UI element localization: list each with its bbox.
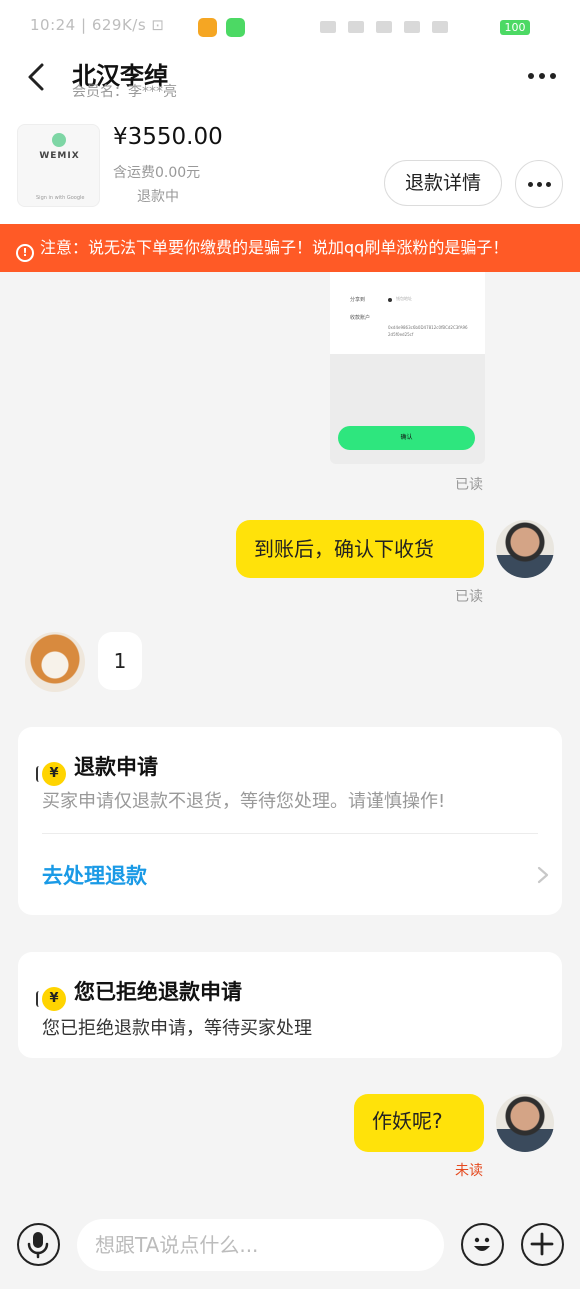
status-bar: 10:24 | 629K/s ⊡ 100 — [0, 0, 580, 56]
back-icon[interactable] — [22, 60, 52, 94]
chat-messages[interactable]: 分享到 钱包地址 收款账户 0xd4e9863c6b0D47812c0fBCd2… — [0, 272, 580, 1202]
chat-header: 北汉李绰 会员名：李***亮 — [0, 56, 580, 104]
unread-receipt: 未读 — [455, 1163, 483, 1179]
message-input-bar — [0, 1202, 580, 1289]
refund-request-title: ¥ 退款申请 — [36, 751, 158, 786]
radio-dot-icon — [388, 298, 392, 302]
screenshot-panel: 分享到 钱包地址 收款账户 0xd4e9863c6b0D47812c0fBCd2… — [330, 272, 485, 354]
avatar[interactable] — [496, 1094, 554, 1152]
avatar[interactable] — [496, 520, 554, 578]
divider — [42, 833, 538, 834]
battery-icon: 100 — [500, 20, 530, 35]
message-bubble-outgoing[interactable]: 到账后，确认下收货 — [236, 520, 484, 578]
shipping-fee: 含运费0.00元 — [113, 165, 201, 181]
refund-rejected-card: ¥ 您已拒绝退款申请 您已拒绝退款申请，等待买家处理 — [18, 952, 562, 1058]
screenshot-label: 收款账户 — [350, 315, 371, 321]
image-message[interactable]: 分享到 钱包地址 收款账户 0xd4e9863c6b0D47812c0fBCd2… — [330, 272, 485, 464]
read-receipt: 已读 — [455, 477, 483, 493]
plus-icon[interactable] — [521, 1223, 564, 1266]
order-product-card: WEMIX Sign in with Google ¥3550.00 含运费0.… — [0, 104, 580, 224]
product-price: ¥3550.00 — [113, 124, 223, 150]
refund-yuan-icon: ¥ — [36, 762, 66, 786]
order-status: 退款中 — [137, 189, 179, 205]
avatar[interactable] — [25, 632, 85, 692]
screenshot-confirm-button: 确认 — [338, 426, 475, 450]
microphone-icon[interactable] — [17, 1223, 60, 1266]
product-thumbnail[interactable]: WEMIX Sign in with Google — [17, 124, 100, 207]
message-bubble-outgoing[interactable]: 作妖呢? — [354, 1094, 484, 1152]
notification-app-icon — [198, 18, 217, 37]
warning-text: 注意：说无法下单要你缴费的是骗子！说加qq刷单涨粉的是骗子！ — [40, 238, 509, 257]
thumbnail-footer-text: Sign in with Google — [36, 195, 85, 201]
refund-request-description: 买家申请仅退款不退货，等待您处理。请谨慎操作! — [42, 791, 446, 812]
notification-app-icon — [226, 18, 245, 37]
refund-yuan-icon: ¥ — [36, 987, 66, 1011]
fraud-warning-banner: ! 注意：说无法下单要你缴费的是骗子！说加qq刷单涨粉的是骗子！ — [0, 224, 580, 272]
screenshot-address: 0xd4e9863c6b0D47812c0fBCd2C3fA962d5f0ed2… — [388, 325, 468, 337]
refund-details-button[interactable]: 退款详情 — [384, 160, 502, 206]
read-receipt: 已读 — [455, 589, 483, 605]
refund-rejected-description: 您已拒绝退款申请，等待买家处理 — [42, 1018, 312, 1039]
thumbnail-logo-text: WEMIX — [39, 151, 80, 161]
more-icon[interactable] — [522, 66, 562, 86]
warning-icon: ! — [16, 244, 34, 262]
process-refund-link[interactable]: 去处理退款 — [42, 860, 147, 890]
signal-icons — [320, 18, 490, 36]
message-input[interactable] — [77, 1219, 444, 1271]
chevron-right-icon[interactable] — [536, 865, 550, 885]
member-name: 会员名：李***亮 — [72, 84, 177, 100]
refund-request-card: ¥ 退款申请 买家申请仅退款不退货，等待您处理。请谨慎操作! 去处理退款 — [18, 727, 562, 915]
refund-rejected-title-text: 您已拒绝退款申请 — [74, 980, 242, 1004]
message-bubble-incoming[interactable]: 1 — [98, 632, 142, 690]
order-more-button[interactable] — [515, 160, 563, 208]
screenshot-label: 钱包地址 — [396, 296, 412, 301]
refund-request-title-text: 退款申请 — [74, 755, 158, 779]
screenshot-label: 分享到 — [350, 297, 366, 303]
status-time: 10:24 | 629K/s ⊡ — [30, 16, 165, 34]
wemix-logo-icon — [52, 133, 66, 147]
emoji-icon[interactable] — [461, 1223, 504, 1266]
refund-rejected-title: ¥ 您已拒绝退款申请 — [36, 976, 242, 1011]
